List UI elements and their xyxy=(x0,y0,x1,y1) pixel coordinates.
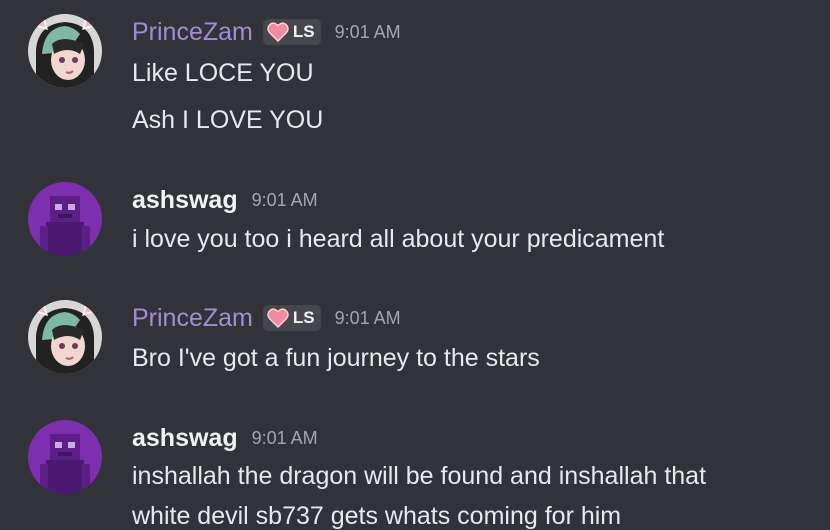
username[interactable]: ashswag xyxy=(132,423,238,453)
message-text: Bro I've got a fun journey to the stars xyxy=(132,344,540,372)
role-badge[interactable]: LS xyxy=(262,19,321,45)
message-text: i love you too i heard all about your pr… xyxy=(132,225,665,253)
message-text: Ash I LOVE YOU xyxy=(132,106,324,134)
avatar[interactable] xyxy=(28,420,102,494)
badge-label: LS xyxy=(292,22,315,41)
message-text: inshallah the dragon will be found and i… xyxy=(132,462,707,490)
avatar[interactable] xyxy=(28,300,102,374)
avatar[interactable] xyxy=(28,14,102,88)
heart-icon xyxy=(267,308,289,328)
username[interactable]: ashswag xyxy=(132,185,238,215)
heart-icon xyxy=(267,22,289,42)
timestamp[interactable]: 9:01 AM xyxy=(252,190,318,211)
timestamp[interactable]: 9:01 AM xyxy=(252,428,318,449)
timestamp[interactable]: 9:01 AM xyxy=(335,308,401,329)
avatar[interactable] xyxy=(28,182,102,256)
username[interactable]: PrinceZam xyxy=(132,17,253,47)
username[interactable]: PrinceZam xyxy=(132,303,253,333)
message-header: PrinceZam LS 9:01 AM xyxy=(132,17,401,47)
message-text: white devil sb737 gets whats coming for … xyxy=(132,502,622,530)
message-text: Like LOCE YOU xyxy=(132,59,314,87)
message-header: ashswag 9:01 AM xyxy=(132,185,318,215)
role-badge[interactable]: LS xyxy=(262,305,321,331)
timestamp[interactable]: 9:01 AM xyxy=(335,22,401,43)
badge-label: LS xyxy=(292,308,315,327)
message-header: ashswag 9:01 AM xyxy=(132,423,318,453)
message-header: PrinceZam LS 9:01 AM xyxy=(132,303,401,333)
